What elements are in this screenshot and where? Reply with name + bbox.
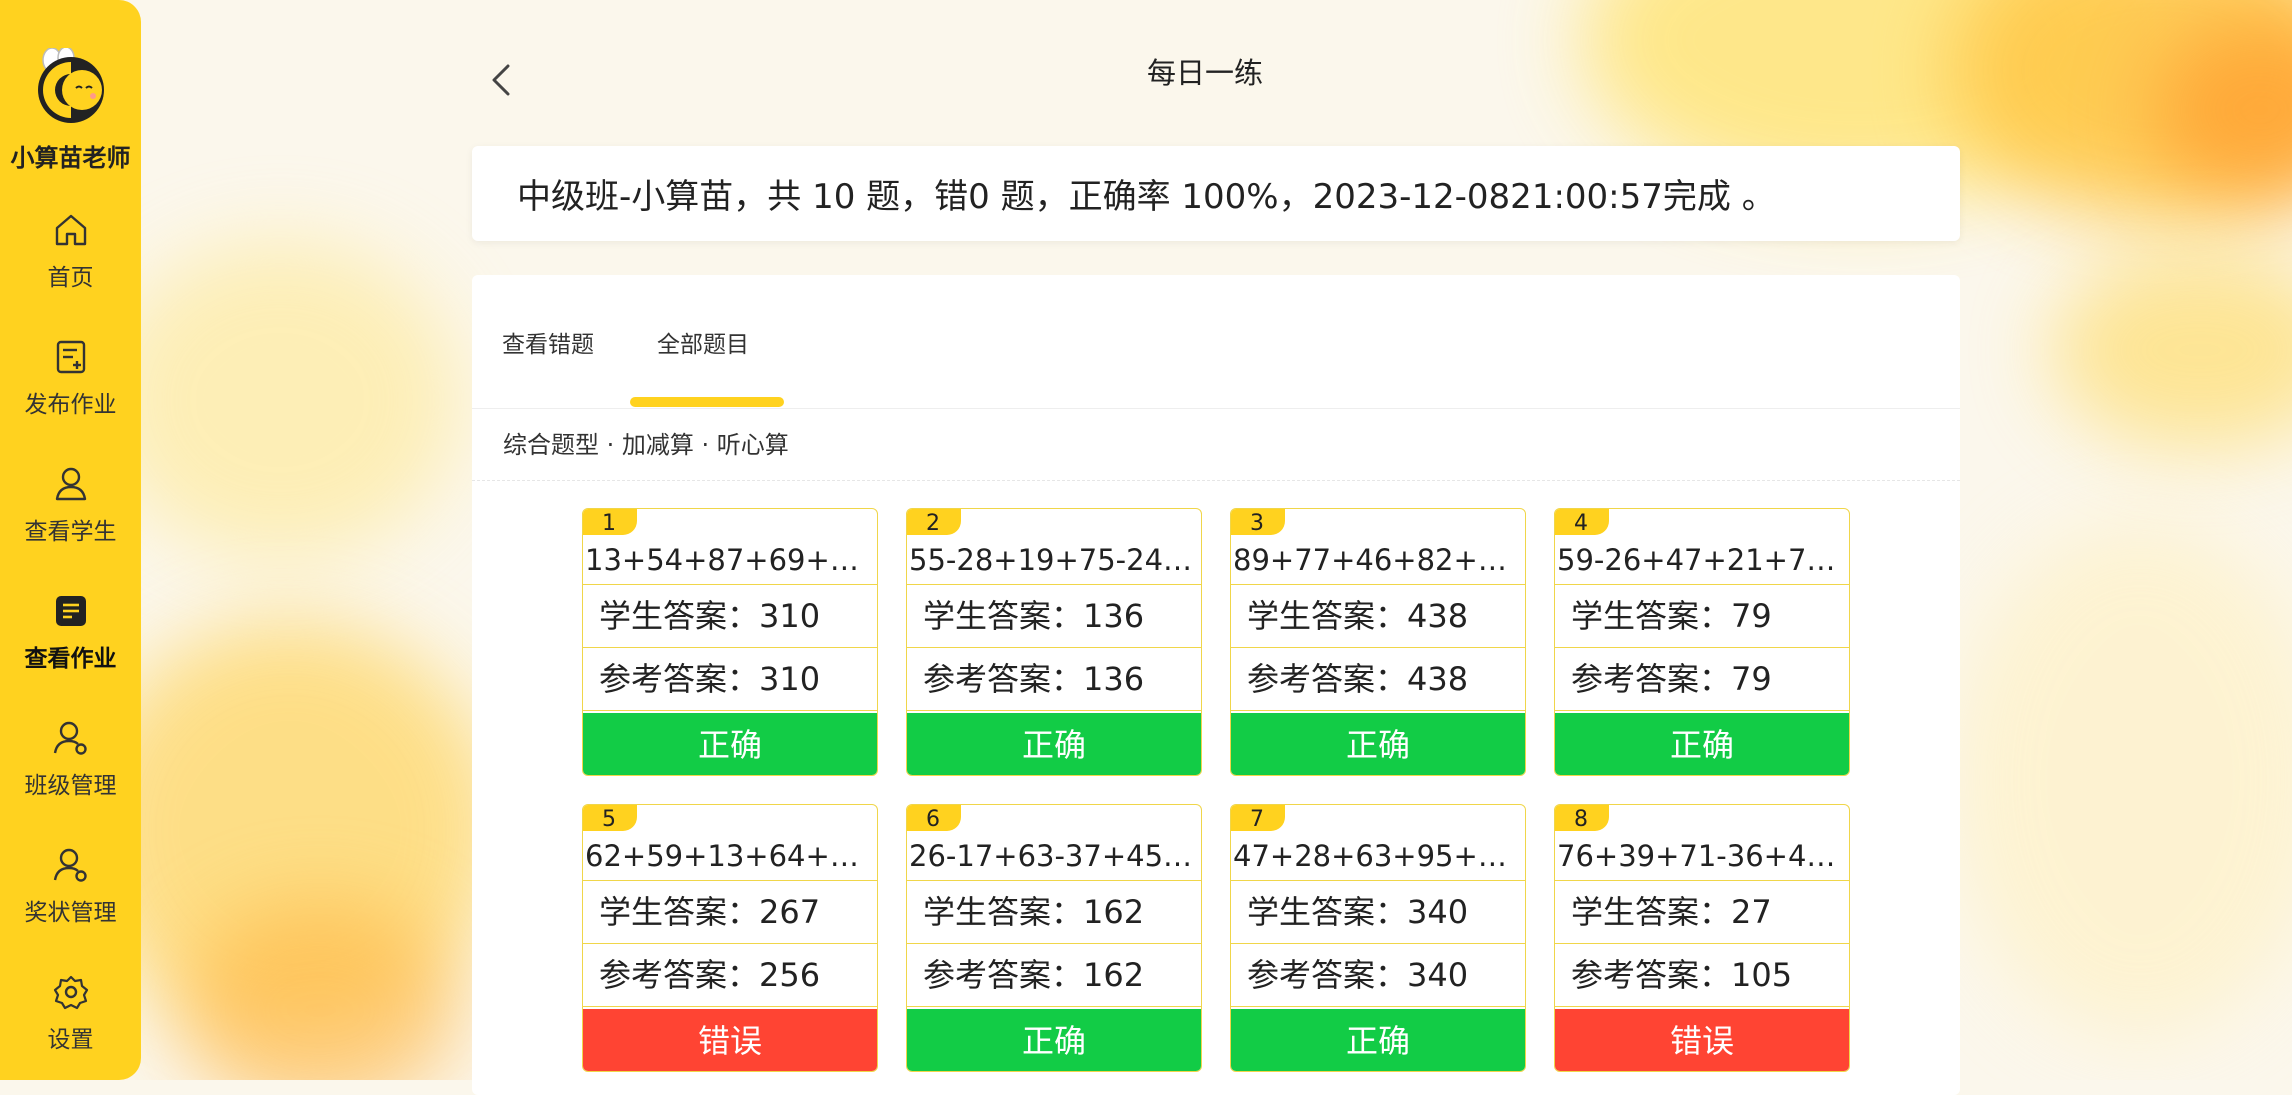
student-icon (55, 467, 86, 501)
question-number-badge: 4 (1555, 509, 1609, 536)
reference-answer: 参考答案：310 (583, 648, 877, 711)
sidebar-item-publish-homework[interactable]: 发布作业 (0, 337, 141, 447)
result-correct-badge: 正确 (1231, 1009, 1525, 1071)
student-answer: 学生答案：79 (1555, 585, 1849, 648)
publish-homework-icon (56, 340, 85, 374)
divider (472, 480, 1960, 481)
sidebar-item-class-manage[interactable]: 班级管理 (0, 718, 141, 828)
question-number-badge: 7 (1231, 805, 1285, 832)
student-answer: 学生答案：310 (583, 585, 877, 648)
bee-logo-icon (38, 48, 104, 123)
sidebar-item-label: 班级管理 (24, 773, 117, 799)
app-name: 小算苗老师 (10, 144, 131, 172)
reference-answer: 参考答案：256 (583, 944, 877, 1007)
question-number-badge: 5 (583, 805, 637, 832)
reference-answer: 参考答案：162 (907, 944, 1201, 1007)
question-expression: 26-17+63-37+45+82 (907, 831, 1201, 881)
question-card[interactable]: 747+28+63+95+12+95学生答案：340参考答案：340正确 (1230, 804, 1526, 1072)
sidebar-item-certificate-manage[interactable]: 奖状管理 (0, 845, 141, 955)
question-number-badge: 3 (1231, 509, 1285, 536)
student-answer: 学生答案：340 (1231, 881, 1525, 944)
reference-answer: 参考答案：340 (1231, 944, 1525, 1007)
question-expression: 89+77+46+82+91+53 (1231, 535, 1525, 585)
sidebar: 小算苗老师 首页 发布作业 查看学生 查看作业 班级管理 奖状管理 设置 (0, 0, 141, 1080)
result-correct-badge: 正确 (1555, 713, 1849, 775)
question-expression: 55-28+19+75-24+39 (907, 535, 1201, 585)
student-answer: 学生答案：162 (907, 881, 1201, 944)
page-title: 每日一练 (1146, 56, 1263, 90)
gear-icon (53, 975, 88, 1010)
result-correct-badge: 正确 (583, 713, 877, 775)
question-card[interactable]: 562+59+13+64+31+27学生答案：267参考答案：256错误 (582, 804, 878, 1072)
class-manage-icon (53, 721, 87, 755)
sidebar-item-label: 奖状管理 (24, 900, 117, 926)
student-answer: 学生答案：136 (907, 585, 1201, 648)
question-expression: 59-26+47+21+73-95 (1555, 535, 1849, 585)
result-correct-badge: 正确 (907, 713, 1201, 775)
sidebar-item-homework[interactable]: 查看作业 (0, 591, 141, 701)
sidebar-item-students[interactable]: 查看学生 (0, 464, 141, 574)
homework-icon (55, 596, 86, 626)
question-card[interactable]: 2 55-28+19+75-24+39 学生答案：136 参考答案：136 正确 (906, 508, 1202, 776)
tab-wrong-questions[interactable]: 查看错题 (502, 325, 594, 359)
question-number-badge: 6 (907, 805, 961, 832)
result-correct-badge: 正确 (1231, 713, 1525, 775)
result-wrong-badge: 错误 (1555, 1009, 1849, 1071)
reference-answer: 参考答案：438 (1231, 648, 1525, 711)
question-card[interactable]: 113+54+87+69+24+63学生答案：310参考答案：310正确 (582, 508, 878, 776)
home-icon (55, 214, 86, 246)
question-expression: 47+28+63+95+12+95 (1231, 831, 1525, 881)
questions-panel: 查看错题 全部题目 综合题型 · 加减算 · 听心算 1 13+54+87+69+… (472, 275, 1960, 1095)
question-number-badge: 8 (1555, 805, 1609, 832)
certificate-manage-icon (53, 848, 87, 882)
tab-bar: 查看错题 全部题目 (472, 275, 1960, 409)
student-answer: 学生答案：27 (1555, 881, 1849, 944)
sidebar-item-home[interactable]: 首页 (0, 210, 141, 320)
sidebar-item-label: 查看作业 (24, 646, 117, 672)
question-expression: 76+39+71-36+42-87 (1555, 831, 1849, 881)
result-summary-card: 中级班-小算苗，共 10 题，错0 题，正确率 100%，2023-12-082… (472, 146, 1960, 241)
tab-all-questions[interactable]: 全部题目 (657, 325, 749, 359)
result-summary-text: 中级班-小算苗，共 10 题，错0 题，正确率 100%，2023-12-082… (517, 177, 1776, 217)
sidebar-item-label: 查看学生 (24, 519, 117, 545)
result-wrong-badge: 错误 (583, 1009, 877, 1071)
sidebar-item-settings[interactable]: 设置 (0, 972, 141, 1082)
question-expression: 62+59+13+64+31+27 (583, 831, 877, 881)
question-expression: 13+54+87+69+24+63 (583, 535, 877, 585)
sidebar-item-label: 首页 (47, 265, 94, 291)
sidebar-item-label: 设置 (47, 1027, 94, 1053)
student-answer: 学生答案：438 (1231, 585, 1525, 648)
reference-answer: 参考答案：136 (907, 648, 1201, 711)
question-number-badge: 2 (907, 509, 961, 536)
sidebar-item-label: 发布作业 (24, 392, 117, 418)
question-card[interactable]: 4 59-26+47+21+73-95 学生答案：79 参考答案：79 正确 (1554, 508, 1850, 776)
student-answer: 学生答案：267 (583, 881, 877, 944)
question-card[interactable]: 6 26-17+63-37+45+82 学生答案：162 参考答案：162 正确 (906, 804, 1202, 1072)
reference-answer: 参考答案：105 (1555, 944, 1849, 1007)
breadcrumb: 综合题型 · 加减算 · 听心算 (503, 431, 789, 459)
reference-answer: 参考答案：79 (1555, 648, 1849, 711)
active-tab-indicator (630, 397, 784, 407)
back-arrow-icon[interactable] (486, 60, 518, 100)
result-correct-badge: 正确 (907, 1009, 1201, 1071)
question-number-badge: 1 (583, 509, 637, 536)
question-card[interactable]: 389+77+46+82+91+53学生答案：438参考答案：438正确 (1230, 508, 1526, 776)
question-card[interactable]: 8 76+39+71-36+42-87 学生答案：27 参考答案：105 错误 (1554, 804, 1850, 1072)
